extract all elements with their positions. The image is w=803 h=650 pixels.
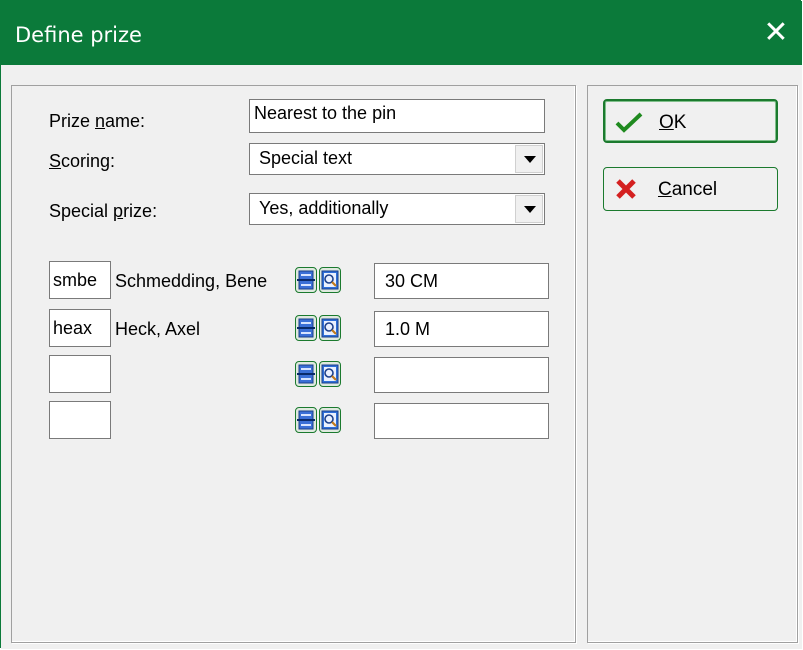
- magnifier-search-icon[interactable]: [319, 267, 341, 293]
- cancel-button[interactable]: Cancel: [603, 167, 778, 211]
- special-prize-select[interactable]: Yes, additionally: [249, 193, 545, 225]
- title-bar[interactable]: Define prize ✕: [1, 1, 802, 65]
- list-select-icon[interactable]: [295, 361, 317, 387]
- dialog-content: Prize name: Nearest to the pin Scoring: …: [1, 65, 802, 649]
- magnifier-search-icon[interactable]: [319, 407, 341, 433]
- list-select-icon[interactable]: [295, 315, 317, 341]
- window-title: Define prize: [15, 23, 142, 47]
- player-code-input[interactable]: heax: [49, 309, 111, 347]
- scoring-value: Special text: [259, 148, 353, 168]
- result-input[interactable]: 1.0 M: [374, 311, 549, 347]
- list-select-icon[interactable]: [295, 267, 317, 293]
- prize-name-input[interactable]: Nearest to the pin: [249, 99, 545, 133]
- close-icon[interactable]: ✕: [762, 18, 790, 48]
- special-prize-label: Special prize:: [49, 201, 158, 221]
- chevron-down-icon[interactable]: [515, 145, 543, 173]
- player-name: Heck, Axel: [115, 319, 201, 339]
- prize-name-label: Prize name:: [49, 111, 146, 131]
- scoring-select[interactable]: Special text: [249, 143, 545, 175]
- player-code-input[interactable]: smbe: [49, 261, 111, 299]
- result-input[interactable]: [374, 357, 549, 393]
- cancel-button-label: Cancel: [658, 179, 718, 200]
- special-prize-value: Yes, additionally: [259, 198, 389, 218]
- chevron-down-icon[interactable]: [515, 195, 543, 223]
- list-select-icon[interactable]: [295, 407, 317, 433]
- magnifier-search-icon[interactable]: [319, 361, 341, 387]
- ok-button[interactable]: OK: [603, 99, 778, 143]
- scoring-label: Scoring:: [49, 151, 116, 171]
- player-code-input[interactable]: [49, 401, 111, 439]
- define-prize-dialog: Define prize ✕ Prize name: Nearest to th…: [0, 0, 802, 649]
- player-code-input[interactable]: [49, 355, 111, 393]
- player-name: Schmedding, Bene: [115, 271, 268, 291]
- checkmark-icon: [615, 111, 643, 139]
- result-input[interactable]: [374, 403, 549, 439]
- magnifier-search-icon[interactable]: [319, 315, 341, 341]
- ok-button-label: OK: [659, 112, 687, 133]
- red-x-icon: [614, 178, 638, 206]
- result-input[interactable]: 30 CM: [374, 263, 549, 299]
